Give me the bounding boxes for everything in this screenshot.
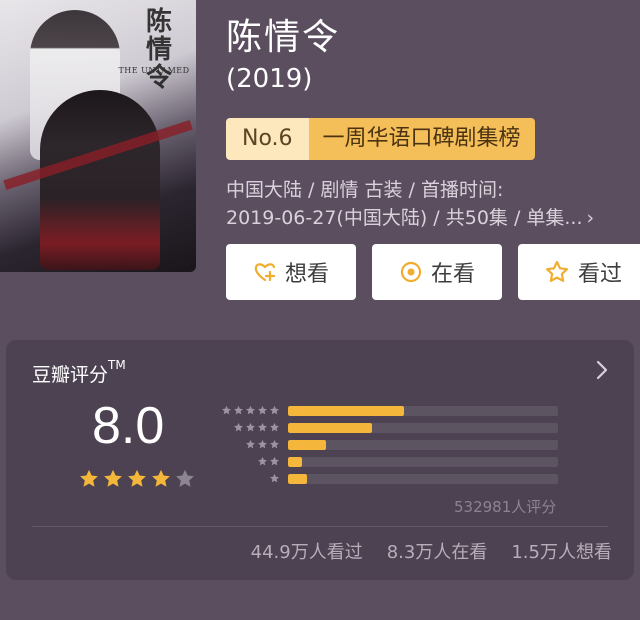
rating-count: 532981人评分 [454,498,557,516]
star-small-icon [246,405,255,415]
poster-image[interactable]: 陈情令 THE UNTAMED [0,0,196,272]
ranking-number: No.6 [226,118,309,160]
stat-watching[interactable]: 8.3万人在看 [387,538,488,564]
distribution-bar [288,405,405,416]
want-to-watch-label: 想看 [284,262,329,287]
distribution-track [288,456,558,467]
distribution-bar [288,473,307,484]
star-small-icon [222,405,231,415]
distribution-bar [288,422,372,433]
meta-line-2-text: 2019-06-27(中国大陆) / 共50集 / 单集... [226,207,583,229]
star-small-icon [258,439,267,449]
meta-line-1: 中国大陆 / 剧情 古装 / 首播时间: [226,179,504,201]
ranking-list-name: 一周华语口碑剧集榜 [308,118,535,160]
distribution-row-2-star [216,453,576,470]
poster-figure-black [40,90,160,270]
rating-label-text: 豆瓣评分 [32,364,109,386]
trademark-mark: TM [108,358,126,372]
rating-score: 8.0 [92,397,165,455]
distribution-stars [216,439,288,450]
page-title: 陈情令 [226,17,341,58]
star-filled-icon [104,469,122,487]
star-small-icon [270,422,279,432]
heart-plus-icon [254,263,276,282]
movie-detail-page: 陈情令 THE UNTAMED 陈情令 (2019) No.6 一周华语口碑剧集… [0,0,640,620]
distribution-row-5-star [216,402,576,419]
rating-label: 豆瓣评分TM [32,358,126,387]
star-small-icon [258,405,267,415]
star-small-icon [258,422,267,432]
chevron-right-icon: › [586,207,595,229]
star-small-icon [234,422,243,432]
distribution-stars [216,456,288,467]
action-buttons: 想看 在看 看过 [226,244,640,300]
watched-button[interactable]: 看过 [518,244,640,300]
stat-want[interactable]: 1.5万人想看 [511,538,612,564]
watched-label: 看过 [577,262,622,287]
distribution-track [288,405,558,416]
distribution-row-3-star [216,436,576,453]
distribution-bar [288,456,302,467]
star-outline-icon [545,260,569,282]
star-small-icon [246,439,255,449]
distribution-stars [216,422,288,433]
distribution-track [288,439,558,450]
watching-label: 在看 [430,262,475,287]
rating-distribution [216,402,576,487]
chevron-right-icon[interactable] [592,358,612,382]
star-small-icon [270,439,279,449]
poster-title-art: 陈情令 [145,7,172,93]
want-to-watch-button[interactable]: 想看 [226,244,356,300]
meta-line-2: 2019-06-27(中国大陆) / 共50集 / 单集... › [226,204,640,232]
watching-button[interactable]: 在看 [372,244,502,300]
stat-watched[interactable]: 44.9万人看过 [251,538,363,564]
star-filled-icon [80,469,98,487]
meta-info[interactable]: 中国大陆 / 剧情 古装 / 首播时间: 2019-06-27(中国大陆) / … [226,176,640,232]
distribution-track [288,422,558,433]
rating-stars [78,468,196,490]
star-small-icon [270,456,279,466]
star-empty-icon [176,469,194,487]
star-filled-icon [128,469,146,487]
distribution-track [288,473,558,484]
distribution-row-4-star [216,419,576,436]
distribution-stars [216,405,288,416]
release-year: (2019) [226,64,313,94]
divider [32,526,608,527]
star-small-icon [270,405,279,415]
star-small-icon [234,405,243,415]
distribution-bar [288,439,326,450]
audience-stats: 44.9万人看过 8.3万人在看 1.5万人想看 [251,538,612,564]
star-small-icon [270,473,279,483]
star-filled-icon [152,469,170,487]
rating-card[interactable]: 豆瓣评分TM 8.0 532981人评分 44.9万人看过 8.3万人在看 1.… [6,340,634,580]
distribution-stars [216,473,288,484]
star-small-icon [246,422,255,432]
star-small-icon [258,456,267,466]
poster-subtitle-art: THE UNTAMED [118,66,190,75]
target-circle-icon [400,261,422,283]
ranking-badge[interactable]: No.6 一周华语口碑剧集榜 [226,118,535,160]
distribution-row-1-star [216,470,576,487]
